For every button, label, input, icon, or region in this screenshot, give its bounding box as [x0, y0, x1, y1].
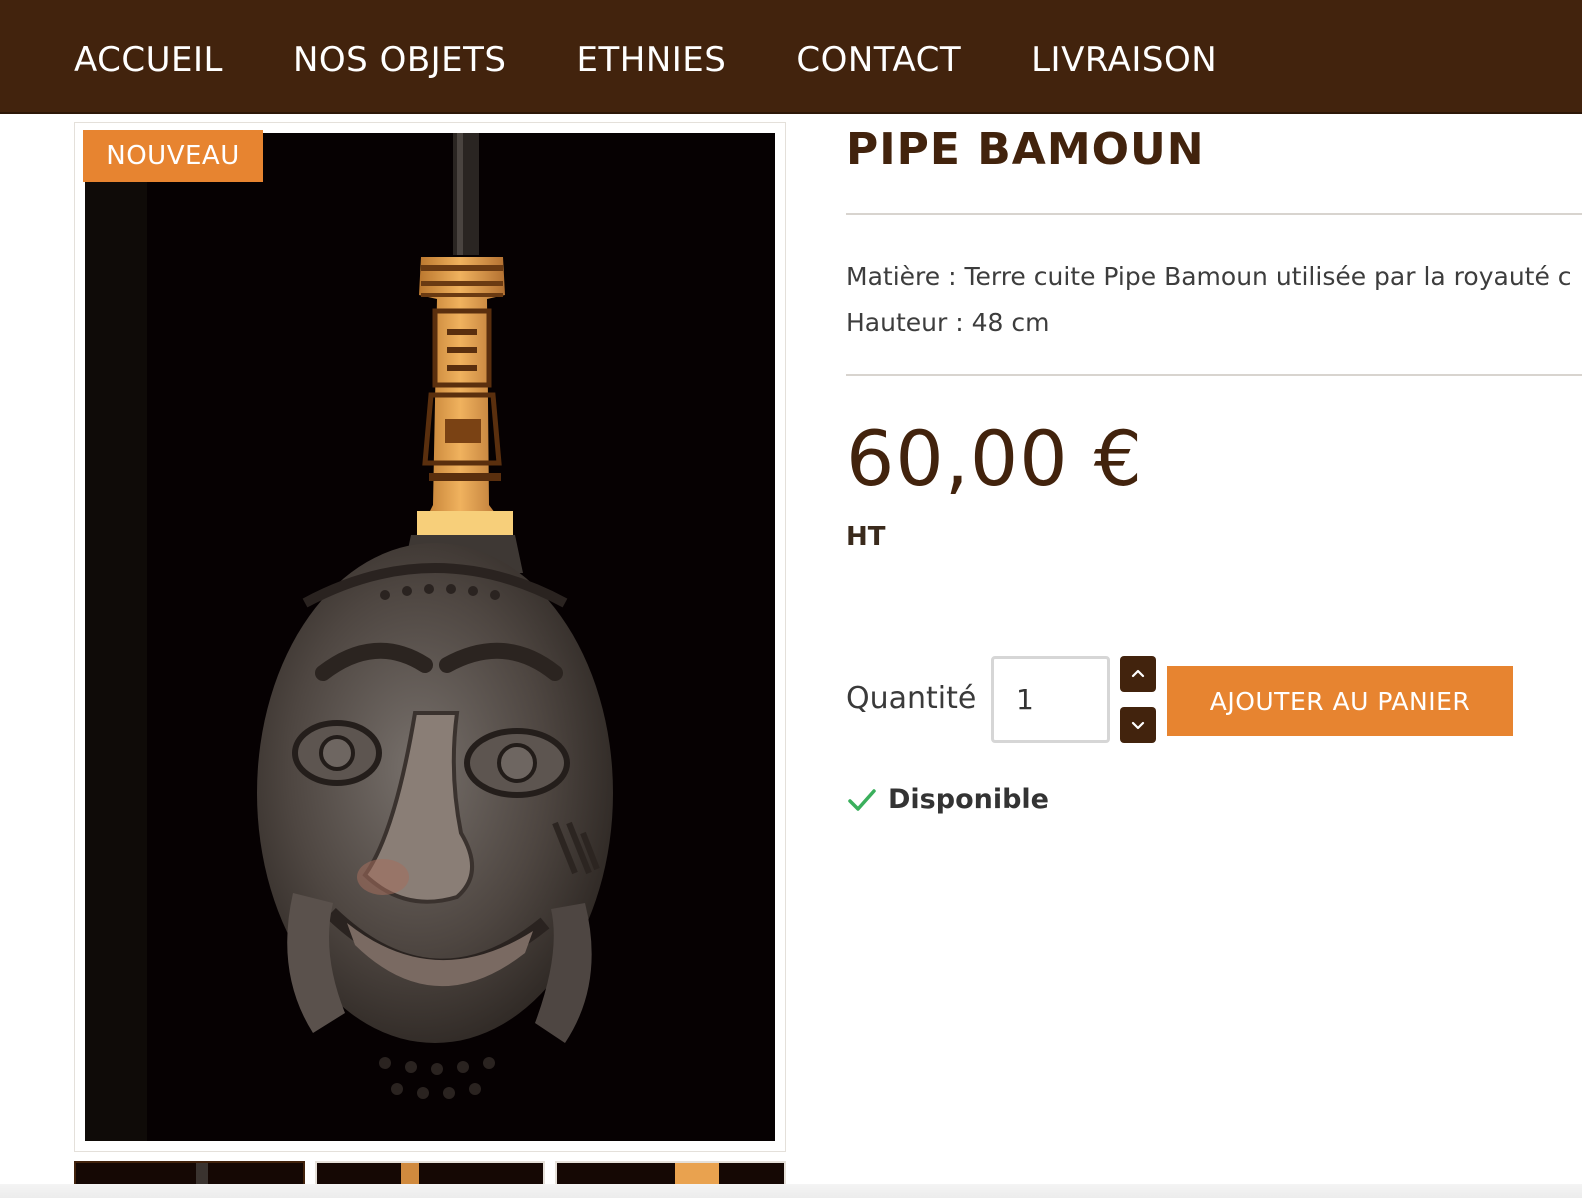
chevron-up-icon	[1131, 669, 1145, 678]
new-badge: NOUVEAU	[83, 130, 263, 182]
quantity-decrease-button[interactable]	[1120, 707, 1156, 743]
add-to-cart-button[interactable]: AJOUTER AU PANIER	[1167, 666, 1513, 736]
nav-item-contact[interactable]: CONTACT	[796, 40, 961, 80]
product-image-frame	[74, 122, 786, 1152]
nav-item-accueil[interactable]: ACCUEIL	[74, 40, 223, 80]
chevron-down-icon	[1131, 721, 1145, 730]
description-height: Hauteur : 48 cm	[846, 308, 1050, 337]
nav-menu: ACCUEIL NOS OBJETS ETHNIES CONTACT LIVRA…	[74, 40, 1287, 80]
quantity-increase-button[interactable]	[1120, 656, 1156, 692]
main-navigation: ACCUEIL NOS OBJETS ETHNIES CONTACT LIVRA…	[0, 0, 1582, 114]
nav-item-nos-objets[interactable]: NOS OBJETS	[293, 40, 507, 80]
availability-status: Disponible	[846, 784, 1049, 815]
quantity-label: Quantité	[846, 681, 977, 716]
pipe-bamoun-illustration	[85, 133, 775, 1141]
page-bottom-edge	[0, 1184, 1582, 1198]
quantity-input[interactable]	[991, 656, 1110, 743]
product-price: 60,00 €	[846, 414, 1144, 503]
nav-item-ethnies[interactable]: ETHNIES	[577, 40, 727, 80]
availability-label: Disponible	[888, 784, 1049, 815]
divider	[846, 374, 1582, 376]
tax-label: HT	[846, 522, 886, 552]
nav-item-livraison[interactable]: LIVRAISON	[1031, 40, 1217, 80]
divider	[846, 213, 1582, 215]
product-image[interactable]	[85, 133, 775, 1141]
product-description: Matière : Terre cuite Pipe Bamoun utilis…	[846, 254, 1582, 346]
product-title: PIPE BAMOUN	[846, 124, 1205, 175]
description-material: Matière : Terre cuite Pipe Bamoun utilis…	[846, 262, 1572, 291]
check-icon	[848, 788, 876, 811]
